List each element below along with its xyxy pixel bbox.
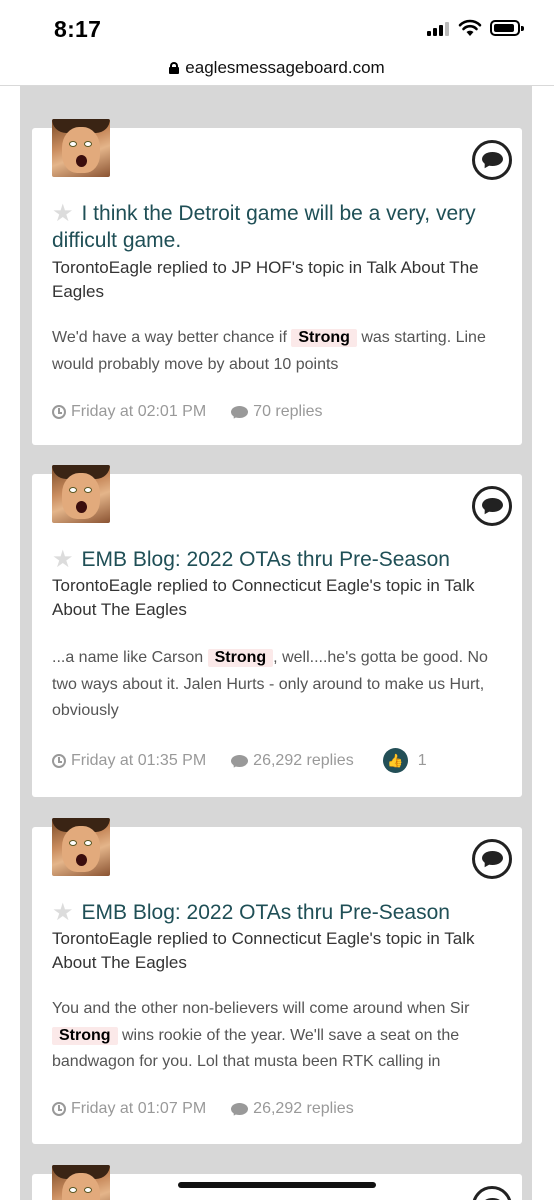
star-icon[interactable]: ★	[52, 200, 74, 227]
clock-icon	[52, 753, 66, 768]
snippet-text: We'd have a way better chance if	[52, 329, 292, 346]
post-footer: Friday at 02:01 PM 70 replies	[52, 403, 323, 421]
post-title[interactable]: ★ I think the Detroit game will be a very…	[52, 200, 482, 254]
browser-address-bar[interactable]: eaglesmessageboard.com	[0, 56, 554, 86]
like-count: 1	[417, 751, 427, 769]
post-card: ★ EMB Blog: 2022 OTAs thru Pre-Season Tor…	[32, 818, 522, 1144]
url-text: eaglesmessageboard.com	[185, 58, 385, 77]
post-title[interactable]: ★ EMB Blog: 2022 OTAs thru Pre-Season	[52, 899, 482, 926]
battery-icon	[490, 20, 524, 36]
post-card: ★ EMB Blog: 2022 OTAs thru Pre-Season Tor…	[32, 465, 522, 797]
avatar[interactable]	[52, 465, 110, 523]
avatar[interactable]	[52, 1165, 110, 1200]
cellular-signal-icon	[427, 22, 449, 36]
reply-count: 70 replies	[253, 403, 323, 420]
status-bar: 8:17	[0, 0, 554, 56]
post-snippet: We'd have a way better chance if Strong …	[52, 325, 507, 378]
post-card: ★ I think the Detroit game will be a very…	[32, 119, 522, 445]
clock-icon	[52, 405, 66, 419]
post-meta: TorontoEagle replied to Connecticut Eagl…	[52, 929, 475, 972]
wifi-icon	[458, 19, 482, 36]
snippet-text: ...a name like Carson	[52, 649, 208, 666]
comment-icon[interactable]	[472, 839, 512, 879]
post-time: Friday at 01:07 PM	[71, 1100, 207, 1117]
post-snippet: ...a name like Carson Strong, well....he…	[52, 645, 507, 725]
comment-icon[interactable]	[472, 1186, 512, 1200]
home-indicator[interactable]	[178, 1182, 376, 1188]
post-footer: Friday at 01:07 PM 26,292 replies	[52, 1100, 354, 1118]
post-meta: TorontoEagle replied to JP HOF's topic i…	[52, 258, 479, 301]
post-title[interactable]: ★ EMB Blog: 2022 OTAs thru Pre-Season	[52, 546, 482, 573]
search-highlight: Strong	[207, 649, 274, 667]
post-footer: Friday at 01:35 PM 26,292 replies 👍 1	[52, 748, 427, 773]
search-highlight: Strong	[52, 1026, 118, 1045]
activity-stream: ★ I think the Detroit game will be a very…	[20, 86, 532, 1200]
replies-icon	[231, 406, 249, 418]
star-icon[interactable]: ★	[52, 546, 74, 573]
post-title-text[interactable]: EMB Blog: 2022 OTAs thru Pre-Season	[82, 901, 450, 924]
post-snippet: You and the other non-believers will com…	[52, 996, 507, 1076]
search-highlight: Strong	[291, 329, 357, 347]
replies-icon	[231, 754, 249, 767]
avatar[interactable]	[52, 119, 110, 177]
reply-count: 26,292 replies	[253, 751, 354, 769]
comment-icon[interactable]	[472, 486, 512, 526]
reply-count: 26,292 replies	[253, 1100, 354, 1117]
post-time: Friday at 02:01 PM	[71, 403, 207, 420]
post-meta: TorontoEagle replied to Connecticut Eagl…	[52, 576, 475, 619]
star-icon[interactable]: ★	[52, 899, 74, 926]
avatar[interactable]	[52, 818, 110, 876]
status-time: 8:17	[54, 16, 102, 42]
clock-icon	[52, 1102, 66, 1116]
snippet-text: You and the other non-believers will com…	[52, 1000, 470, 1017]
like-icon[interactable]: 👍	[382, 748, 408, 773]
post-title-text[interactable]: I think the Detroit game will be a very,…	[52, 202, 476, 252]
post-title-text[interactable]: EMB Blog: 2022 OTAs thru Pre-Season	[82, 548, 450, 571]
replies-icon	[231, 1103, 249, 1115]
comment-icon[interactable]	[472, 140, 512, 180]
post-time: Friday at 01:35 PM	[71, 751, 207, 769]
lock-icon	[169, 62, 180, 74]
